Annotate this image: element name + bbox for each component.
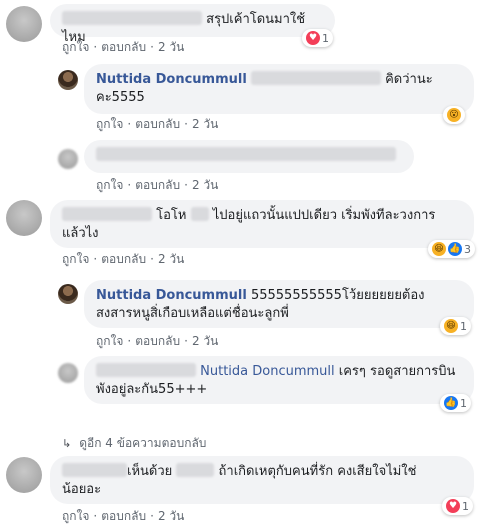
avatar[interactable] [58,284,78,304]
reply-link[interactable]: ตอบกลับ [101,509,146,523]
reply-link[interactable]: ตอบกลับ [135,334,180,348]
commenter-name[interactable]: Nuttida Doncummull [96,288,247,303]
like-link[interactable]: ถูกใจ [96,178,123,192]
comment-bubble: เห็นด้วย ถ้าเกิดเหตุกับคนที่รัก คงเสียใจ… [50,456,474,504]
comment-bubble: Nuttida Doncummull คิดว่านะ คะ5555 [84,64,474,114]
reply-link[interactable]: ตอบกลับ [135,117,180,131]
comment-actions: ถูกใจ · ตอบกลับ · 2 วัน [96,178,219,192]
reply-link[interactable]: ตอบกลับ [101,40,146,54]
comment-bubble: สรุปเค้าโดนมาใช้ไหม [50,4,335,45]
like-link[interactable]: ถูกใจ [96,334,123,348]
haha-icon: 😆 [432,242,446,256]
timestamp[interactable]: 2 วัน [192,334,218,348]
like-link[interactable]: ถูกใจ [96,117,123,131]
comment-bubble [84,140,414,173]
love-icon: ♥ [446,499,460,513]
commenter-name[interactable]: Nuttida Doncummull [96,72,247,87]
reply-arrow-icon: ↳ [62,437,72,450]
avatar[interactable] [6,457,42,493]
like-icon: 👍 [444,396,458,410]
avatar[interactable] [6,200,42,236]
timestamp[interactable]: 2 วัน [158,252,184,266]
reaction-count[interactable]: ♥ 1 [442,497,473,515]
tagged-name[interactable]: Nuttida Doncummull [200,364,335,379]
timestamp[interactable]: 2 วัน [158,40,184,54]
avatar[interactable] [58,149,78,169]
comment-actions: ถูกใจ · ตอบกลับ · 2 วัน [62,252,185,266]
haha-icon: 😆 [444,319,458,333]
comment-actions: ถูกใจ · ตอบกลับ · 2 วัน [62,509,185,523]
timestamp[interactable]: 2 วัน [192,117,218,131]
blurred-name [62,11,202,25]
more-replies-link[interactable]: ↳ ดูอีก 4 ข้อความตอบกลับ [62,434,206,453]
blurred-text [190,207,209,221]
comment-actions: ถูกใจ · ตอบกลับ · 2 วัน [96,117,219,131]
avatar[interactable] [6,6,42,42]
avatar[interactable] [58,363,78,383]
love-icon: ♥ [306,31,320,45]
blurred-name [62,207,152,221]
like-link[interactable]: ถูกใจ [62,509,89,523]
reaction-count[interactable]: 😮 [443,106,465,124]
reaction-count[interactable]: 😆 👍 3 [428,240,475,258]
blurred-name [62,463,127,477]
blurred-name [96,363,196,377]
timestamp[interactable]: 2 วัน [192,178,218,192]
comment-bubble: Nuttida Doncummull เครๆ รอดูสายการบิน พั… [84,356,474,404]
blurred-text [176,463,215,477]
reply-link[interactable]: ตอบกลับ [135,178,180,192]
timestamp[interactable]: 2 วัน [158,509,184,523]
reaction-count[interactable]: ♥ 1 [302,29,333,47]
comment-bubble: โอโห ไปอยู่แถวนั้นแปปเดียว เริ่มพังทีละว… [50,200,474,248]
avatar[interactable] [58,70,78,90]
blurred-text [250,71,381,85]
blurred-text [96,147,396,161]
like-link[interactable]: ถูกใจ [62,40,89,54]
reaction-count[interactable]: 👍 1 [440,394,471,412]
comment-actions: ถูกใจ · ตอบกลับ · 2 วัน [96,334,219,348]
comment-actions: ถูกใจ · ตอบกลับ · 2 วัน [62,40,185,54]
comment-bubble: Nuttida Doncummull 55555555555โว้ยยยยยยต… [84,280,474,328]
like-link[interactable]: ถูกใจ [62,252,89,266]
reaction-count[interactable]: 😆 1 [440,317,471,335]
like-icon: 👍 [448,242,462,256]
wow-icon: 😮 [447,108,461,122]
reply-link[interactable]: ตอบกลับ [101,252,146,266]
